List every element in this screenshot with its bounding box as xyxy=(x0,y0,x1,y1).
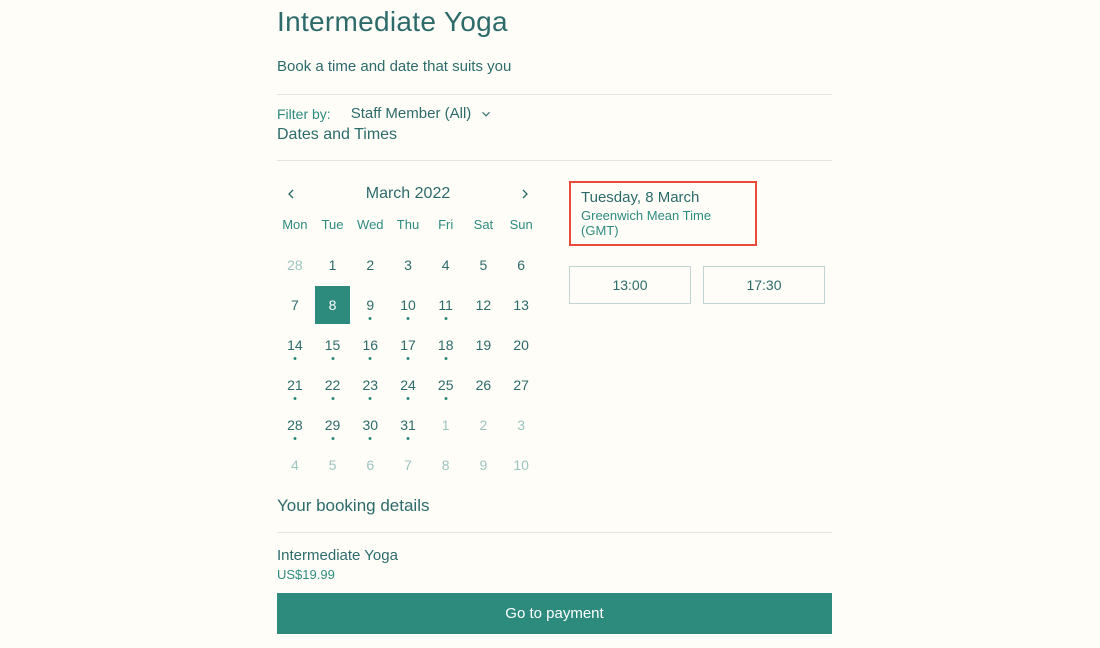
calendar-day[interactable]: 6 xyxy=(352,446,388,484)
calendar-day[interactable]: 27 xyxy=(503,366,539,404)
calendar-day[interactable]: 3 xyxy=(503,406,539,444)
calendar-day[interactable]: 15 xyxy=(315,326,351,364)
dates-times-heading: Dates and Times xyxy=(277,126,832,144)
filter-row: Filter by: Staff Member (All) xyxy=(277,95,832,126)
time-slot-button[interactable]: 17:30 xyxy=(703,266,825,304)
prev-month-button[interactable] xyxy=(283,186,299,202)
next-month-button[interactable] xyxy=(517,186,533,202)
calendar-day[interactable]: 25 xyxy=(428,366,464,404)
calendar-day[interactable]: 11 xyxy=(428,286,464,324)
filter-value: Staff Member (All) xyxy=(351,105,472,122)
calendar-dow: Thu xyxy=(390,213,426,244)
calendar-day[interactable]: 26 xyxy=(466,366,502,404)
calendar-day[interactable]: 14 xyxy=(277,326,313,364)
calendar-day[interactable]: 20 xyxy=(503,326,539,364)
calendar-day[interactable]: 24 xyxy=(390,366,426,404)
calendar-day[interactable]: 9 xyxy=(352,286,388,324)
calendar-day[interactable]: 7 xyxy=(277,286,313,324)
calendar-day[interactable]: 6 xyxy=(503,246,539,284)
chevron-down-icon xyxy=(479,107,493,121)
selected-date: Tuesday, 8 March xyxy=(581,189,745,206)
timezone-label: Greenwich Mean Time (GMT) xyxy=(581,208,745,238)
calendar-day[interactable]: 31 xyxy=(390,406,426,444)
calendar-day[interactable]: 18 xyxy=(428,326,464,364)
page-subtitle: Book a time and date that suits you xyxy=(277,58,832,75)
calendar-dow: Wed xyxy=(352,213,388,244)
calendar-day[interactable]: 23 xyxy=(352,366,388,404)
calendar-day[interactable]: 2 xyxy=(352,246,388,284)
calendar-day[interactable]: 19 xyxy=(466,326,502,364)
divider xyxy=(277,532,832,533)
calendar-day[interactable]: 16 xyxy=(352,326,388,364)
booking-service-name: Intermediate Yoga xyxy=(277,547,832,564)
booking-price: US$19.99 xyxy=(277,567,832,582)
calendar-day[interactable]: 13 xyxy=(503,286,539,324)
calendar-day[interactable]: 28 xyxy=(277,406,313,444)
calendar-day[interactable]: 10 xyxy=(390,286,426,324)
calendar-dow: Sat xyxy=(466,213,502,244)
calendar-day[interactable]: 4 xyxy=(277,446,313,484)
calendar-day[interactable]: 8 xyxy=(428,446,464,484)
calendar-day[interactable]: 21 xyxy=(277,366,313,404)
calendar-day[interactable]: 22 xyxy=(315,366,351,404)
go-to-payment-button[interactable]: Go to payment xyxy=(277,593,832,634)
calendar-day[interactable]: 3 xyxy=(390,246,426,284)
calendar-day[interactable]: 2 xyxy=(466,406,502,444)
calendar-dow: Tue xyxy=(315,213,351,244)
calendar-dow: Sun xyxy=(503,213,539,244)
filter-label: Filter by: xyxy=(277,106,331,122)
calendar: March 2022 MonTueWedThuFriSatSun28123456… xyxy=(277,171,539,484)
calendar-day[interactable]: 30 xyxy=(352,406,388,444)
time-slot-button[interactable]: 13:00 xyxy=(569,266,691,304)
calendar-day[interactable]: 1 xyxy=(428,406,464,444)
page-title: Intermediate Yoga xyxy=(277,6,832,38)
selected-date-highlight: Tuesday, 8 March Greenwich Mean Time (GM… xyxy=(569,181,757,246)
calendar-day[interactable]: 17 xyxy=(390,326,426,364)
calendar-day[interactable]: 1 xyxy=(315,246,351,284)
divider xyxy=(277,160,832,161)
calendar-day[interactable]: 9 xyxy=(466,446,502,484)
staff-filter-dropdown[interactable]: Staff Member (All) xyxy=(351,105,494,122)
calendar-day[interactable]: 5 xyxy=(466,246,502,284)
calendar-day[interactable]: 5 xyxy=(315,446,351,484)
calendar-day[interactable]: 10 xyxy=(503,446,539,484)
times-column: Tuesday, 8 March Greenwich Mean Time (GM… xyxy=(569,171,832,484)
calendar-day[interactable]: 28 xyxy=(277,246,313,284)
calendar-day[interactable]: 4 xyxy=(428,246,464,284)
calendar-day[interactable]: 29 xyxy=(315,406,351,444)
calendar-dow: Mon xyxy=(277,213,313,244)
calendar-day[interactable]: 7 xyxy=(390,446,426,484)
calendar-day[interactable]: 8 xyxy=(315,286,351,324)
calendar-month-label: March 2022 xyxy=(366,185,451,203)
booking-details-heading: Your booking details xyxy=(277,496,832,516)
calendar-dow: Fri xyxy=(428,213,464,244)
calendar-day[interactable]: 12 xyxy=(466,286,502,324)
